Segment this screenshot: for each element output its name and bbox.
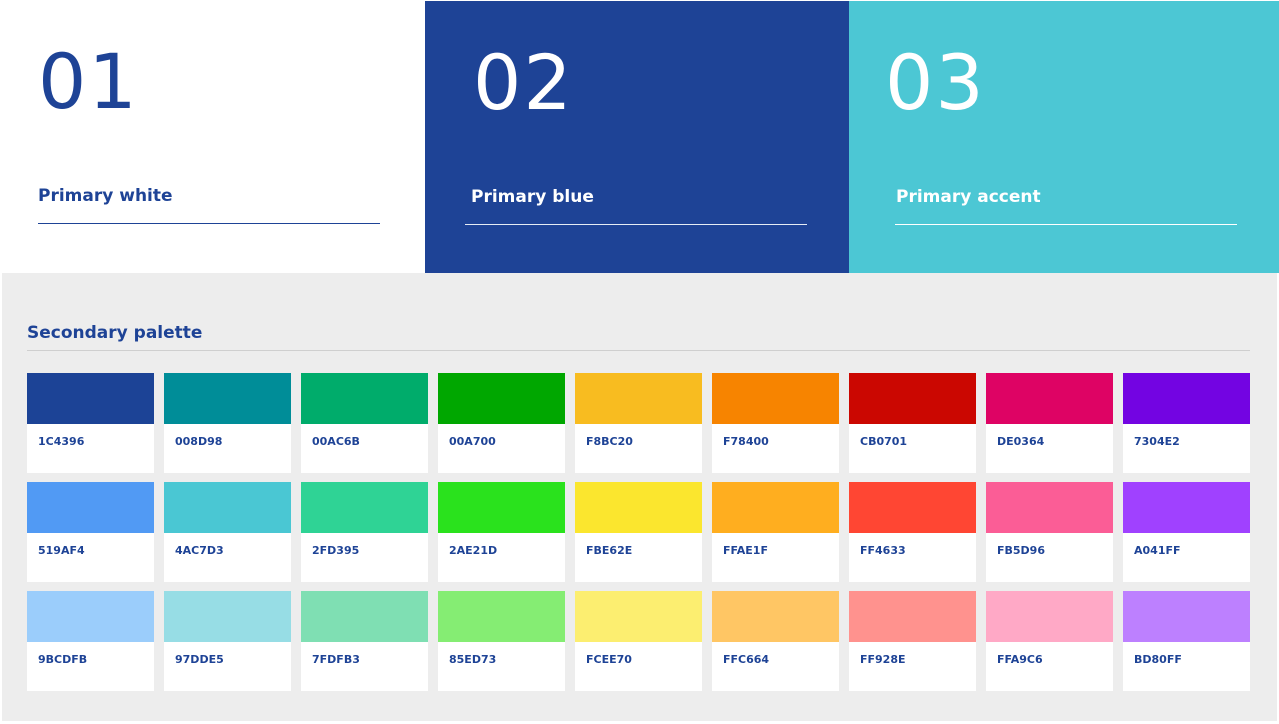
swatch-color-chip [27,482,154,533]
color-swatch: FCEE70 [575,591,702,691]
swatch-hex-label: FCEE70 [586,653,632,666]
panel-title: Primary white [38,186,173,206]
swatch-color-chip [849,591,976,642]
swatch-color-chip [301,482,428,533]
swatch-hex-label: 7FDFB3 [312,653,360,666]
primary-accent-panel: 03 Primary accent [849,1,1279,273]
color-swatch: FFA9C6 [986,591,1113,691]
swatch-color-chip [575,373,702,424]
swatch-hex-label: 2AE21D [449,544,498,557]
swatch-color-chip [438,373,565,424]
swatch-color-chip [438,482,565,533]
swatch-color-chip [1123,591,1250,642]
primary-white-panel: 01 Primary white [0,0,425,273]
panel-number: 01 [38,37,139,126]
panel-title: Primary blue [471,187,594,207]
swatch-hex-label: F78400 [723,435,769,448]
color-swatch: 519AF4 [27,482,154,582]
divider [465,224,807,225]
section-title: Secondary palette [27,323,203,343]
swatch-color-chip [164,591,291,642]
swatch-hex-label: 1C4396 [38,435,85,448]
swatch-color-chip [712,482,839,533]
color-swatch: 00A700 [438,373,565,473]
swatch-hex-label: FFC664 [723,653,770,666]
swatch-color-chip [27,373,154,424]
panel-title: Primary accent [896,187,1041,207]
color-swatch: 2FD395 [301,482,428,582]
color-swatch: FF4633 [849,482,976,582]
swatch-color-chip [849,373,976,424]
swatch-color-chip [164,373,291,424]
swatch-color-chip [164,482,291,533]
divider [38,223,380,224]
color-swatch: 85ED73 [438,591,565,691]
color-swatch: 2AE21D [438,482,565,582]
swatch-color-chip [1123,373,1250,424]
swatch-hex-label: F8BC20 [586,435,633,448]
swatch-hex-label: 85ED73 [449,653,497,666]
color-swatch: FB5D96 [986,482,1113,582]
swatch-color-chip [301,373,428,424]
swatch-hex-label: 7304E2 [1134,435,1180,448]
color-swatch: CB0701 [849,373,976,473]
color-swatch: 97DDE5 [164,591,291,691]
divider [895,224,1237,225]
divider [27,350,1250,351]
swatch-color-chip [712,591,839,642]
color-swatch: 7304E2 [1123,373,1250,473]
swatch-hex-label: FB5D96 [997,544,1045,557]
color-swatch: F8BC20 [575,373,702,473]
panel-number: 03 [885,38,986,127]
primary-blue-panel: 02 Primary blue [425,1,849,273]
swatch-color-chip [712,373,839,424]
color-swatch: 9BCDFB [27,591,154,691]
color-swatch: 4AC7D3 [164,482,291,582]
color-swatch: 7FDFB3 [301,591,428,691]
swatch-hex-label: BD80FF [1134,653,1182,666]
color-swatch: FF928E [849,591,976,691]
color-swatch: A041FF [1123,482,1250,582]
swatch-color-chip [986,482,1113,533]
color-swatch: 1C4396 [27,373,154,473]
swatch-hex-label: FBE62E [586,544,633,557]
color-swatch: FFAE1F [712,482,839,582]
secondary-palette-section: Secondary palette 1C4396 008D98 00AC6B 00A7… [2,273,1277,721]
swatch-hex-label: FFAE1F [723,544,768,557]
swatch-hex-label: FF928E [860,653,906,666]
swatch-color-chip [575,591,702,642]
swatch-hex-label: 519AF4 [38,544,85,557]
color-swatch: 008D98 [164,373,291,473]
swatch-color-chip [27,591,154,642]
swatch-hex-label: DE0364 [997,435,1045,448]
color-swatch: F78400 [712,373,839,473]
panel-number: 02 [473,38,574,127]
color-swatch: BD80FF [1123,591,1250,691]
swatch-color-chip [849,482,976,533]
swatch-hex-label: FFA9C6 [997,653,1043,666]
swatch-hex-label: 2FD395 [312,544,360,557]
swatch-hex-label: CB0701 [860,435,908,448]
color-swatch: DE0364 [986,373,1113,473]
swatch-hex-label: 97DDE5 [175,653,224,666]
color-swatch: FBE62E [575,482,702,582]
swatch-hex-label: 00A700 [449,435,496,448]
swatch-color-chip [575,482,702,533]
swatch-hex-label: 008D98 [175,435,223,448]
swatch-color-chip [301,591,428,642]
color-swatch: FFC664 [712,591,839,691]
color-swatch: 00AC6B [301,373,428,473]
swatch-hex-label: 4AC7D3 [175,544,224,557]
swatch-color-chip [986,373,1113,424]
swatch-color-chip [1123,482,1250,533]
swatch-hex-label: 9BCDFB [38,653,88,666]
swatch-hex-label: FF4633 [860,544,906,557]
swatch-hex-label: 00AC6B [312,435,360,448]
swatch-color-chip [986,591,1113,642]
swatch-hex-label: A041FF [1134,544,1181,557]
swatch-color-chip [438,591,565,642]
